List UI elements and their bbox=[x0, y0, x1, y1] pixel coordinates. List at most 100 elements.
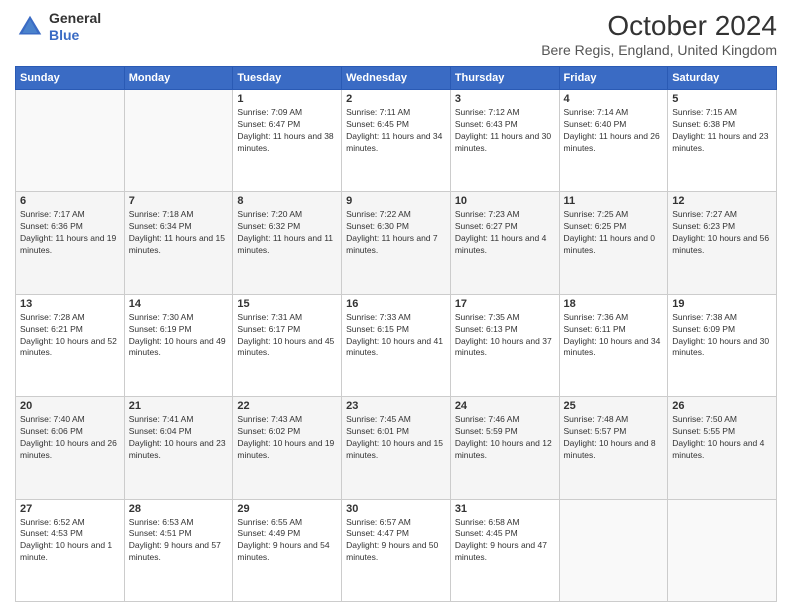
calendar-cell: 11 Sunrise: 7:25 AMSunset: 6:25 PMDayligh… bbox=[559, 192, 668, 294]
day-number: 21 bbox=[129, 400, 229, 412]
logo: General Blue bbox=[15, 10, 101, 44]
day-number: 25 bbox=[564, 400, 664, 412]
calendar-cell: 17 Sunrise: 7:35 AMSunset: 6:13 PMDayligh… bbox=[450, 294, 559, 396]
calendar-cell: 14 Sunrise: 7:30 AMSunset: 6:19 PMDayligh… bbox=[124, 294, 233, 396]
day-number: 9 bbox=[346, 195, 446, 207]
calendar-cell: 15Sunrise: 7:31 AMSunset: 6:17 PMDayligh… bbox=[233, 294, 342, 396]
day-info: Sunrise: 7:40 AMSunset: 6:06 PMDaylight:… bbox=[20, 414, 120, 462]
day-info: Sunrise: 7:33 AMSunset: 6:15 PMDaylight:… bbox=[346, 312, 446, 360]
calendar-cell: 31Sunrise: 6:58 AMSunset: 4:45 PMDayligh… bbox=[450, 499, 559, 601]
day-header-thursday: Thursday bbox=[450, 67, 559, 90]
calendar-cell bbox=[668, 499, 777, 601]
day-number: 19 bbox=[672, 298, 772, 310]
logo-general: General bbox=[49, 10, 101, 26]
day-info: Sunrise: 7:46 AMSunset: 5:59 PMDaylight:… bbox=[455, 414, 555, 462]
day-info: Sunrise: 7:15 AMSunset: 6:38 PMDaylight:… bbox=[672, 107, 772, 155]
day-number: 1 bbox=[237, 93, 337, 105]
day-number: 4 bbox=[564, 93, 664, 105]
calendar-cell: 12 Sunrise: 7:27 AMSunset: 6:23 PMDayligh… bbox=[668, 192, 777, 294]
day-number: 14 bbox=[129, 298, 229, 310]
day-info: Sunrise: 6:53 AMSunset: 4:51 PMDaylight:… bbox=[129, 517, 229, 565]
calendar-cell: 25Sunrise: 7:48 AMSunset: 5:57 PMDayligh… bbox=[559, 397, 668, 499]
calendar-cell: 20Sunrise: 7:40 AMSunset: 6:06 PMDayligh… bbox=[16, 397, 125, 499]
day-number: 24 bbox=[455, 400, 555, 412]
day-number: 3 bbox=[455, 93, 555, 105]
calendar-cell: 1 Sunrise: 7:09 AMSunset: 6:47 PMDaylight… bbox=[233, 90, 342, 192]
header: General Blue October 2024 Bere Regis, En… bbox=[15, 10, 777, 58]
day-number: 29 bbox=[237, 503, 337, 515]
calendar-cell: 6Sunrise: 7:17 AMSunset: 6:36 PMDaylight… bbox=[16, 192, 125, 294]
calendar-cell: 30Sunrise: 6:57 AMSunset: 4:47 PMDayligh… bbox=[342, 499, 451, 601]
day-info: Sunrise: 7:22 AMSunset: 6:30 PMDaylight:… bbox=[346, 209, 446, 257]
day-info: Sunrise: 6:58 AMSunset: 4:45 PMDaylight:… bbox=[455, 517, 555, 565]
calendar-cell: 4 Sunrise: 7:14 AMSunset: 6:40 PMDaylight… bbox=[559, 90, 668, 192]
calendar-cell: 8 Sunrise: 7:20 AMSunset: 6:32 PMDaylight… bbox=[233, 192, 342, 294]
days-header-row: SundayMondayTuesdayWednesdayThursdayFrid… bbox=[16, 67, 777, 90]
day-number: 11 bbox=[564, 195, 664, 207]
day-info: Sunrise: 7:18 AMSunset: 6:34 PMDaylight:… bbox=[129, 209, 229, 257]
day-info: Sunrise: 7:23 AMSunset: 6:27 PMDaylight:… bbox=[455, 209, 555, 257]
logo-blue: Blue bbox=[49, 27, 79, 43]
day-number: 22 bbox=[237, 400, 337, 412]
day-number: 13 bbox=[20, 298, 120, 310]
day-number: 7 bbox=[129, 195, 229, 207]
day-info: Sunrise: 7:45 AMSunset: 6:01 PMDaylight:… bbox=[346, 414, 446, 462]
logo-text: General Blue bbox=[49, 10, 101, 44]
day-number: 5 bbox=[672, 93, 772, 105]
day-info: Sunrise: 7:14 AMSunset: 6:40 PMDaylight:… bbox=[564, 107, 664, 155]
day-number: 23 bbox=[346, 400, 446, 412]
day-number: 12 bbox=[672, 195, 772, 207]
day-number: 10 bbox=[455, 195, 555, 207]
calendar-cell bbox=[559, 499, 668, 601]
calendar-cell: 2 Sunrise: 7:11 AMSunset: 6:45 PMDaylight… bbox=[342, 90, 451, 192]
calendar-cell: 23 Sunrise: 7:45 AMSunset: 6:01 PMDayligh… bbox=[342, 397, 451, 499]
day-number: 28 bbox=[129, 503, 229, 515]
week-row-3: 13Sunrise: 7:28 AMSunset: 6:21 PMDayligh… bbox=[16, 294, 777, 396]
day-header-friday: Friday bbox=[559, 67, 668, 90]
day-header-tuesday: Tuesday bbox=[233, 67, 342, 90]
calendar-cell: 27 Sunrise: 6:52 AMSunset: 4:53 PMDayligh… bbox=[16, 499, 125, 601]
calendar-cell: 21 Sunrise: 7:41 AMSunset: 6:04 PMDayligh… bbox=[124, 397, 233, 499]
day-header-monday: Monday bbox=[124, 67, 233, 90]
day-number: 18 bbox=[564, 298, 664, 310]
calendar-cell: 24 Sunrise: 7:46 AMSunset: 5:59 PMDayligh… bbox=[450, 397, 559, 499]
month-title: October 2024 bbox=[541, 10, 777, 42]
calendar-cell: 22 Sunrise: 7:43 AMSunset: 6:02 PMDayligh… bbox=[233, 397, 342, 499]
calendar-cell: 29 Sunrise: 6:55 AMSunset: 4:49 PMDayligh… bbox=[233, 499, 342, 601]
page: General Blue October 2024 Bere Regis, En… bbox=[0, 0, 792, 612]
day-info: Sunrise: 7:31 AMSunset: 6:17 PMDaylight:… bbox=[237, 312, 337, 360]
calendar-cell: 16Sunrise: 7:33 AMSunset: 6:15 PMDayligh… bbox=[342, 294, 451, 396]
calendar-cell: 28 Sunrise: 6:53 AMSunset: 4:51 PMDayligh… bbox=[124, 499, 233, 601]
day-info: Sunrise: 7:43 AMSunset: 6:02 PMDaylight:… bbox=[237, 414, 337, 462]
day-info: Sunrise: 7:36 AMSunset: 6:11 PMDaylight:… bbox=[564, 312, 664, 360]
calendar-cell: 26Sunrise: 7:50 AMSunset: 5:55 PMDayligh… bbox=[668, 397, 777, 499]
day-info: Sunrise: 7:11 AMSunset: 6:45 PMDaylight:… bbox=[346, 107, 446, 155]
week-row-2: 6Sunrise: 7:17 AMSunset: 6:36 PMDaylight… bbox=[16, 192, 777, 294]
day-info: Sunrise: 7:25 AMSunset: 6:25 PMDaylight:… bbox=[564, 209, 664, 257]
calendar-cell: 19Sunrise: 7:38 AMSunset: 6:09 PMDayligh… bbox=[668, 294, 777, 396]
calendar-cell: 9 Sunrise: 7:22 AMSunset: 6:30 PMDaylight… bbox=[342, 192, 451, 294]
day-info: Sunrise: 7:35 AMSunset: 6:13 PMDaylight:… bbox=[455, 312, 555, 360]
day-info: Sunrise: 7:12 AMSunset: 6:43 PMDaylight:… bbox=[455, 107, 555, 155]
day-number: 8 bbox=[237, 195, 337, 207]
day-info: Sunrise: 6:55 AMSunset: 4:49 PMDaylight:… bbox=[237, 517, 337, 565]
week-row-4: 20Sunrise: 7:40 AMSunset: 6:06 PMDayligh… bbox=[16, 397, 777, 499]
day-info: Sunrise: 7:41 AMSunset: 6:04 PMDaylight:… bbox=[129, 414, 229, 462]
day-info: Sunrise: 7:30 AMSunset: 6:19 PMDaylight:… bbox=[129, 312, 229, 360]
day-info: Sunrise: 7:20 AMSunset: 6:32 PMDaylight:… bbox=[237, 209, 337, 257]
calendar-cell bbox=[124, 90, 233, 192]
day-header-sunday: Sunday bbox=[16, 67, 125, 90]
day-info: Sunrise: 6:52 AMSunset: 4:53 PMDaylight:… bbox=[20, 517, 120, 565]
day-number: 17 bbox=[455, 298, 555, 310]
logo-icon bbox=[15, 12, 45, 42]
day-info: Sunrise: 7:09 AMSunset: 6:47 PMDaylight:… bbox=[237, 107, 337, 155]
day-number: 27 bbox=[20, 503, 120, 515]
calendar-cell: 10 Sunrise: 7:23 AMSunset: 6:27 PMDayligh… bbox=[450, 192, 559, 294]
day-number: 30 bbox=[346, 503, 446, 515]
day-info: Sunrise: 7:27 AMSunset: 6:23 PMDaylight:… bbox=[672, 209, 772, 257]
calendar-cell: 18 Sunrise: 7:36 AMSunset: 6:11 PMDayligh… bbox=[559, 294, 668, 396]
day-number: 26 bbox=[672, 400, 772, 412]
day-info: Sunrise: 7:17 AMSunset: 6:36 PMDaylight:… bbox=[20, 209, 120, 257]
calendar-cell bbox=[16, 90, 125, 192]
day-number: 2 bbox=[346, 93, 446, 105]
